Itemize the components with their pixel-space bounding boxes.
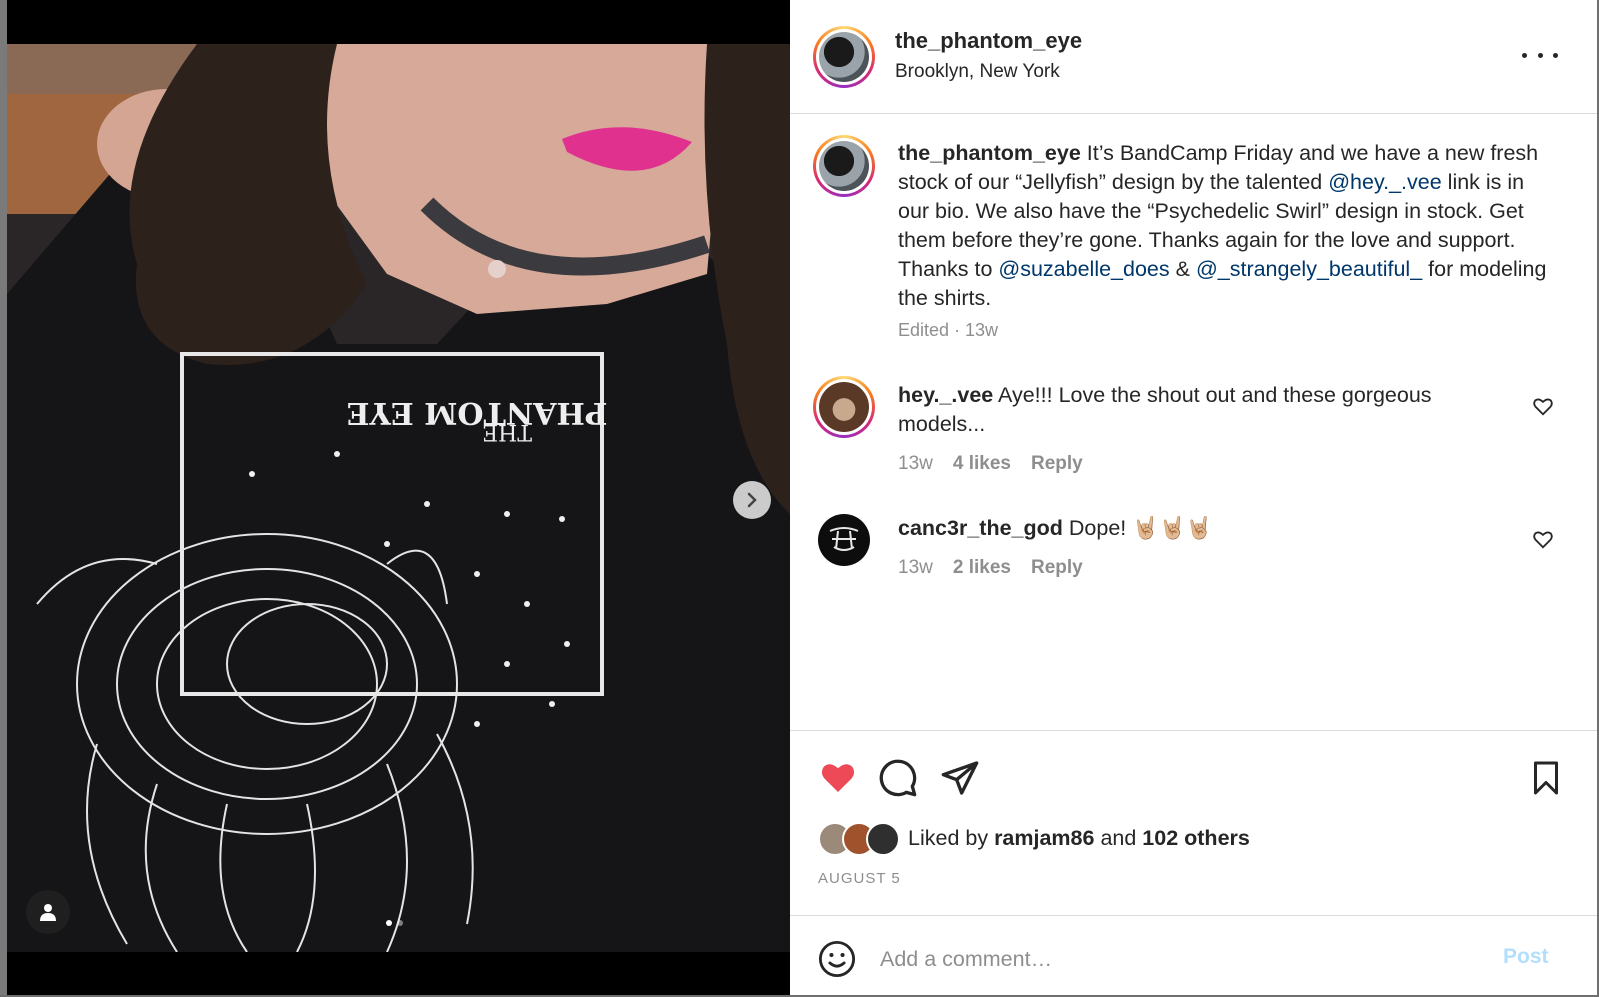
comment-meta: 13w 2 likes Reply — [898, 557, 1083, 579]
comment-icon[interactable] — [878, 758, 918, 798]
caption-username[interactable]: the_phantom_eye — [898, 141, 1081, 165]
heart-outline-icon[interactable] — [1532, 395, 1554, 417]
background-edge — [0, 0, 7, 995]
comment-composer: Post — [790, 915, 1597, 997]
post-photo[interactable]: THE PHANTOM EYE — [7, 44, 790, 952]
heart-outline-icon[interactable] — [1532, 528, 1554, 550]
likes-summary[interactable]: Liked by ramjam86 and 102 others — [818, 820, 1250, 856]
reply-button[interactable]: Reply — [1031, 557, 1083, 579]
comment-likes[interactable]: 4 likes — [953, 453, 1011, 475]
reply-button[interactable]: Reply — [1031, 453, 1083, 475]
band-logo-icon — [829, 527, 859, 551]
post-actions: Liked by ramjam86 and 102 others AUGUST … — [790, 730, 1597, 996]
post-comment-button[interactable]: Post — [1503, 945, 1549, 969]
caption-text: the_phantom_eye It’s BandCamp Friday and… — [898, 139, 1548, 313]
mention-link[interactable]: @suzabelle_does — [998, 257, 1169, 281]
next-photo-button[interactable] — [733, 481, 771, 519]
liker-username[interactable]: ramjam86 — [994, 826, 1094, 850]
commenter-avatar[interactable] — [813, 509, 875, 571]
comment-time: 13w — [898, 453, 933, 474]
carousel-dots — [386, 920, 403, 926]
comment-meta: 13w 4 likes Reply — [898, 453, 1083, 475]
caption-meta: Edited · 13w — [898, 320, 999, 340]
comment-text: canc3r_the_god Dope! 🤘🏼🤘🏼🤘🏼 — [898, 514, 1498, 543]
comment-likes[interactable]: 2 likes — [953, 557, 1011, 579]
mention-link[interactable]: @_strangely_beautiful_ — [1196, 257, 1422, 281]
caption-part: & — [1169, 257, 1196, 281]
share-icon[interactable] — [940, 758, 980, 798]
heart-filled-icon[interactable] — [818, 758, 858, 796]
likers-avatars — [818, 822, 904, 856]
likes-count[interactable]: 102 others — [1142, 826, 1250, 850]
post-date: AUGUST 5 — [818, 870, 901, 887]
more-options-icon[interactable] — [1522, 43, 1558, 67]
user-tag-icon — [40, 904, 56, 921]
author-username[interactable]: the_phantom_eye — [895, 28, 1082, 54]
post-header: the_phantom_eye Brooklyn, New York — [790, 0, 1597, 114]
comment-username[interactable]: canc3r_the_god — [898, 516, 1063, 540]
mention-link[interactable]: @hey._.vee — [1328, 170, 1441, 194]
emoji-icon[interactable] — [818, 940, 856, 978]
chevron-right-icon — [747, 492, 757, 508]
bookmark-icon[interactable] — [1528, 758, 1564, 798]
caption-avatar[interactable] — [813, 135, 875, 197]
comment-text: hey._.vee Aye!!! Love the shout out and … — [898, 381, 1498, 439]
author-avatar[interactable] — [813, 26, 875, 88]
post-sidebar: the_phantom_eye Brooklyn, New York the_p… — [790, 0, 1599, 996]
tagged-users-button[interactable] — [26, 890, 70, 934]
post-location[interactable]: Brooklyn, New York — [895, 61, 1060, 83]
post-media: THE PHANTOM EYE — [0, 0, 790, 995]
comment-username[interactable]: hey._.vee — [898, 383, 993, 407]
likes-text: Liked by ramjam86 and 102 others — [908, 825, 1250, 850]
shirt-print-line2: PHANTOM EYE — [347, 395, 608, 430]
commenter-avatar[interactable] — [813, 376, 875, 438]
comment-body: Dope! 🤘🏼🤘🏼🤘🏼 — [1062, 516, 1213, 540]
comment-input[interactable] — [878, 938, 1442, 980]
comment-time: 13w — [898, 557, 933, 578]
